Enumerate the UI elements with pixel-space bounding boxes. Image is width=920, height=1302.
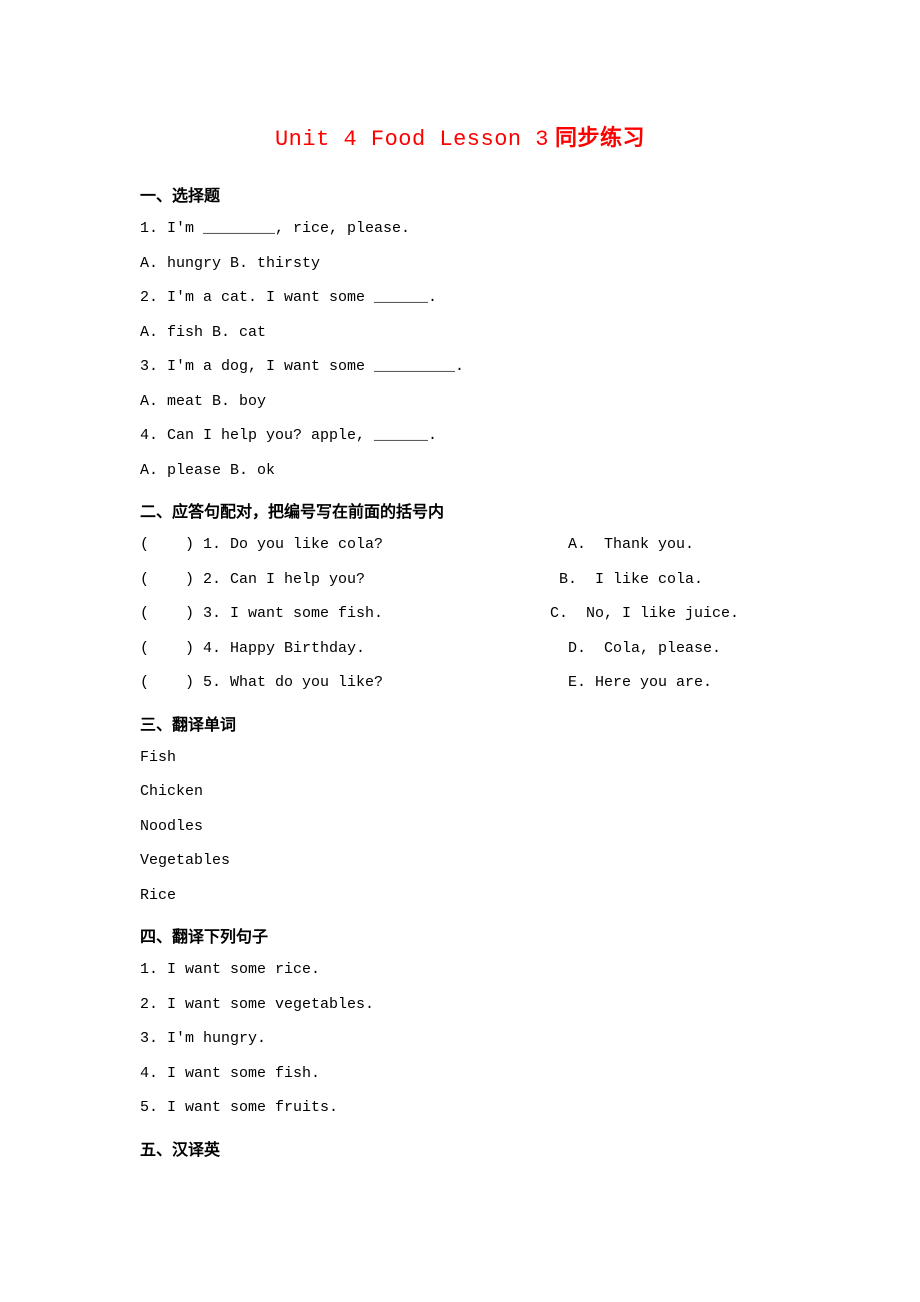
match-right: A. Thank you. bbox=[550, 534, 780, 557]
title-cn: 同步练习 bbox=[549, 125, 645, 150]
match-row: ( ) 3. I want some fish. C. No, I like j… bbox=[140, 603, 780, 626]
word: Noodles bbox=[140, 816, 780, 839]
section1-heading: 一、选择题 bbox=[140, 182, 780, 206]
sentence: 3. I'm hungry. bbox=[140, 1028, 780, 1051]
match-left: ( ) 1. Do you like cola? bbox=[140, 534, 550, 557]
sentence: 4. I want some fish. bbox=[140, 1063, 780, 1086]
match-right: E. Here you are. bbox=[550, 672, 780, 695]
word: Fish bbox=[140, 747, 780, 770]
s1-q4-opts: A. please B. ok bbox=[140, 460, 780, 483]
s1-q3-opts: A. meat B. boy bbox=[140, 391, 780, 414]
match-row: ( ) 2. Can I help you? B. I like cola. bbox=[140, 569, 780, 592]
match-row: ( ) 4. Happy Birthday. D. Cola, please. bbox=[140, 638, 780, 661]
sentence: 1. I want some rice. bbox=[140, 959, 780, 982]
match-right: C. No, I like juice. bbox=[550, 603, 780, 626]
s1-q2-opts: A. fish B. cat bbox=[140, 322, 780, 345]
title-en: Unit 4 Food Lesson 3 bbox=[275, 127, 549, 152]
match-right: D. Cola, please. bbox=[550, 638, 780, 661]
sentence: 2. I want some vegetables. bbox=[140, 994, 780, 1017]
sentence: 5. I want some fruits. bbox=[140, 1097, 780, 1120]
match-row: ( ) 1. Do you like cola? A. Thank you. bbox=[140, 534, 780, 557]
word: Rice bbox=[140, 885, 780, 908]
section4-heading: 四、翻译下列句子 bbox=[140, 923, 780, 947]
match-left: ( ) 5. What do you like? bbox=[140, 672, 550, 695]
s1-q3: 3. I'm a dog, I want some _________. bbox=[140, 356, 780, 379]
match-right: B. I like cola. bbox=[550, 569, 780, 592]
section3-heading: 三、翻译单词 bbox=[140, 711, 780, 735]
match-row: ( ) 5. What do you like? E. Here you are… bbox=[140, 672, 780, 695]
section5-heading: 五、汉译英 bbox=[140, 1136, 780, 1160]
section2-heading: 二、应答句配对，把编号写在前面的括号内 bbox=[140, 498, 780, 522]
s1-q2: 2. I'm a cat. I want some ______. bbox=[140, 287, 780, 310]
page-title: Unit 4 Food Lesson 3 同步练习 bbox=[140, 120, 780, 152]
document-page: Unit 4 Food Lesson 3 同步练习 一、选择题 1. I'm _… bbox=[0, 0, 920, 1302]
s1-q4: 4. Can I help you? apple, ______. bbox=[140, 425, 780, 448]
match-left: ( ) 2. Can I help you? bbox=[140, 569, 550, 592]
word: Vegetables bbox=[140, 850, 780, 873]
s1-q1: 1. I'm ________, rice, please. bbox=[140, 218, 780, 241]
match-left: ( ) 4. Happy Birthday. bbox=[140, 638, 550, 661]
match-left: ( ) 3. I want some fish. bbox=[140, 603, 550, 626]
word: Chicken bbox=[140, 781, 780, 804]
s1-q1-opts: A. hungry B. thirsty bbox=[140, 253, 780, 276]
